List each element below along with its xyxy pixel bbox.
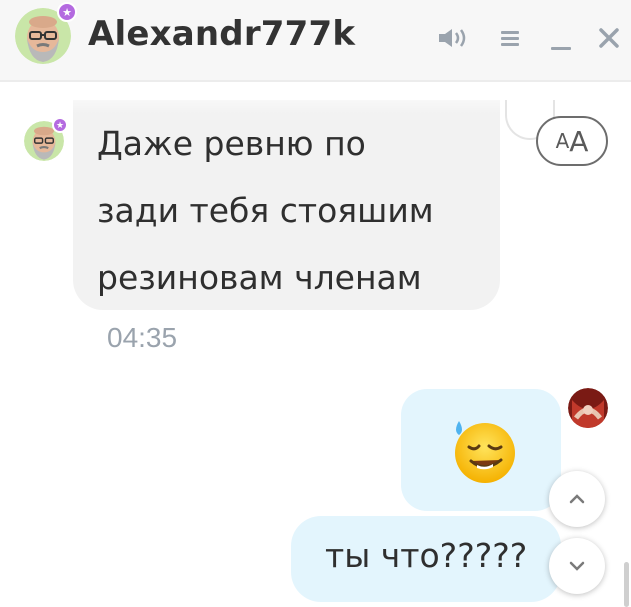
own-avatar[interactable] — [568, 388, 608, 428]
message-line: Даже ревню по — [97, 124, 366, 163]
message-timestamp: 04:35 — [107, 322, 178, 353]
star-badge-icon: ★ — [52, 117, 68, 133]
incoming-message-text: Даже ревню по зади тебя стояшим резинова… — [97, 110, 487, 311]
menu-icon[interactable] — [493, 22, 527, 54]
font-size-toggle-button[interactable]: AA — [536, 116, 608, 166]
contact-name[interactable]: Alexandr777k — [88, 14, 355, 54]
chevron-up-icon — [569, 494, 585, 504]
chat-window: ★ Alexandr777k ★ Даже ревню по зади тебя… — [0, 0, 631, 607]
chat-header: ★ Alexandr777k — [0, 0, 631, 82]
message-line: зади тебя стояшим — [97, 191, 434, 230]
font-small-label: A — [555, 129, 570, 153]
font-big-label: A — [569, 124, 589, 158]
outgoing-text-bubble[interactable]: ты что????? — [291, 516, 561, 602]
speaker-icon[interactable] — [436, 22, 470, 54]
incoming-message-bubble[interactable]: Даже ревню по зади тебя стояшим резинова… — [73, 100, 500, 310]
outgoing-emoji-bubble[interactable] — [401, 389, 561, 511]
chevron-down-icon — [569, 561, 585, 571]
scrollbar[interactable] — [624, 562, 629, 607]
scroll-down-button[interactable] — [549, 538, 605, 594]
message-line: резиновам членам — [97, 258, 422, 297]
sender-avatar[interactable]: ★ — [24, 117, 68, 161]
outgoing-message-text: ты что????? — [325, 536, 528, 575]
header-avatar[interactable]: ★ — [15, 2, 77, 64]
drooling-face-emoji — [447, 413, 519, 490]
close-icon[interactable] — [592, 22, 626, 54]
avatar — [568, 388, 608, 428]
scroll-up-button[interactable] — [549, 471, 605, 527]
minimize-icon[interactable] — [544, 22, 578, 54]
star-badge-icon: ★ — [57, 2, 77, 22]
